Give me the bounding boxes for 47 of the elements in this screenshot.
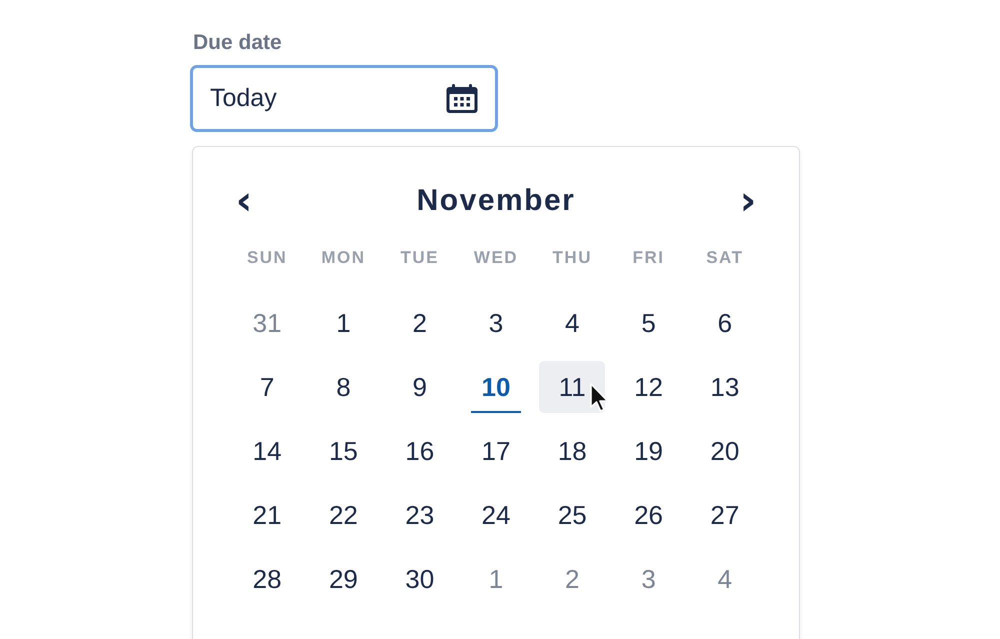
- day-cell[interactable]: 29: [310, 553, 376, 605]
- day-cell[interactable]: 17: [462, 425, 529, 477]
- day-cell[interactable]: 4: [692, 553, 758, 605]
- day-cell[interactable]: 1: [310, 297, 376, 349]
- day-cell[interactable]: 14: [234, 425, 300, 477]
- month-title: November: [416, 184, 576, 218]
- previous-month-button[interactable]: ‹: [229, 181, 259, 221]
- day-cell[interactable]: 30: [386, 553, 453, 605]
- calendar-icon[interactable]: [445, 82, 479, 114]
- day-cell[interactable]: 13: [692, 361, 758, 413]
- day-cell[interactable]: 22: [310, 489, 376, 541]
- next-month-button[interactable]: ›: [733, 181, 763, 221]
- day-cell[interactable]: 23: [386, 489, 453, 541]
- day-cell[interactable]: 6: [692, 297, 758, 349]
- day-cell[interactable]: 1: [462, 553, 529, 605]
- day-cell[interactable]: 27: [692, 489, 758, 541]
- day-cell[interactable]: 20: [692, 425, 758, 477]
- day-cell[interactable]: 10: [470, 361, 521, 413]
- field-label: Due date: [193, 30, 283, 56]
- weekday-label: WED: [472, 247, 520, 269]
- day-cell[interactable]: 15: [310, 425, 376, 477]
- day-cell[interactable]: 25: [539, 489, 606, 541]
- day-cell[interactable]: 4: [539, 297, 606, 349]
- weekday-label: SAT: [705, 247, 744, 269]
- day-cell[interactable]: 8: [310, 361, 376, 413]
- weekday-label: SUN: [246, 247, 288, 269]
- weekday-label: MON: [320, 247, 366, 269]
- day-cell[interactable]: 21: [234, 489, 300, 541]
- date-field[interactable]: Today: [190, 65, 498, 132]
- day-cell[interactable]: 24: [462, 489, 529, 541]
- day-cell[interactable]: 2: [539, 553, 606, 605]
- day-cell[interactable]: 5: [616, 297, 682, 349]
- day-cell[interactable]: 31: [234, 297, 300, 349]
- weekday-label: TUE: [399, 247, 440, 269]
- day-cell[interactable]: 9: [386, 361, 453, 413]
- day-cell[interactable]: 3: [462, 297, 529, 349]
- day-cell[interactable]: 3: [616, 553, 682, 605]
- day-cell[interactable]: 12: [616, 361, 682, 413]
- day-cell[interactable]: 7: [234, 361, 300, 413]
- weekday-label: FRI: [632, 247, 666, 269]
- day-cell[interactable]: 18: [539, 425, 606, 477]
- day-cell[interactable]: 19: [616, 425, 682, 477]
- weekday-label: THU: [552, 247, 593, 269]
- day-cell[interactable]: 26: [616, 489, 682, 541]
- day-cell[interactable]: 16: [386, 425, 453, 477]
- day-cell[interactable]: 28: [234, 553, 300, 605]
- day-cell[interactable]: 2: [386, 297, 453, 349]
